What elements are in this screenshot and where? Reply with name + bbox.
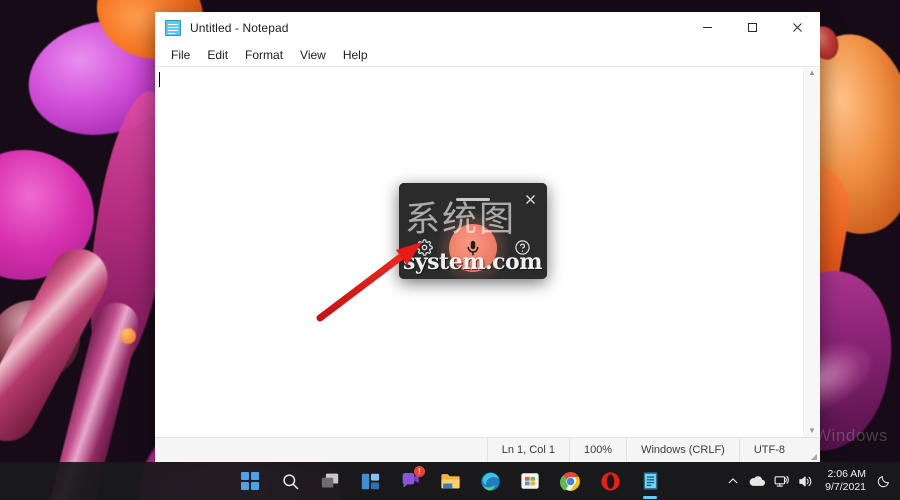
task-view-button[interactable]	[314, 465, 346, 497]
search-icon	[281, 472, 300, 491]
folder-icon	[440, 472, 461, 491]
file-explorer-button[interactable]	[434, 465, 466, 497]
clock-date: 9/7/2021	[825, 481, 866, 494]
notepad-menubar: File Edit Format View Help	[155, 43, 820, 66]
chrome-button[interactable]	[554, 465, 586, 497]
status-line-ending: Windows (CRLF)	[626, 438, 739, 462]
taskbar-items: !	[234, 462, 666, 500]
chrome-icon	[560, 471, 581, 492]
scroll-down-arrow[interactable]: ▼	[808, 427, 816, 435]
drag-handle[interactable]	[456, 198, 490, 201]
chat-button[interactable]: !	[394, 465, 426, 497]
help-icon[interactable]	[511, 237, 533, 259]
text-caret	[159, 72, 160, 87]
minimize-button[interactable]	[685, 12, 730, 43]
gear-icon[interactable]	[413, 237, 435, 259]
menu-file[interactable]: File	[163, 46, 198, 64]
widgets-button[interactable]	[354, 465, 386, 497]
status-position: Ln 1, Col 1	[487, 438, 569, 462]
maximize-button[interactable]	[730, 12, 775, 43]
window-title: Untitled - Notepad	[190, 21, 289, 35]
notepad-statusbar: Ln 1, Col 1 100% Windows (CRLF) UTF-8 ◢	[155, 437, 820, 462]
notepad-icon	[641, 471, 660, 491]
speaker-icon[interactable]	[793, 466, 817, 496]
window-controls	[685, 12, 820, 43]
taskbar-clock[interactable]: 2:06 AM 9/7/2021	[817, 468, 874, 494]
search-button[interactable]	[274, 465, 306, 497]
notepad-titlebar[interactable]: Untitled - Notepad	[155, 12, 820, 43]
system-tray: 2:06 AM 9/7/2021	[721, 462, 900, 500]
wallpaper-blob	[120, 328, 136, 344]
status-zoom[interactable]: 100%	[569, 438, 626, 462]
store-icon	[520, 471, 540, 491]
notepad-taskbar-button[interactable]	[634, 465, 666, 497]
clock-time: 2:06 AM	[827, 468, 866, 481]
close-icon[interactable]	[519, 189, 541, 210]
task-view-icon	[320, 472, 340, 490]
microphone-button[interactable]	[449, 224, 497, 272]
edge-icon	[480, 471, 501, 492]
vertical-scrollbar[interactable]: ▲ ▼	[803, 67, 820, 437]
chevron-up-icon[interactable]	[721, 466, 745, 496]
network-icon[interactable]	[769, 466, 793, 496]
cloud-shape	[748, 474, 766, 488]
windows-logo-icon	[241, 472, 259, 490]
scroll-up-arrow[interactable]: ▲	[808, 69, 816, 77]
menu-help[interactable]: Help	[335, 46, 376, 64]
widgets-icon	[361, 472, 380, 491]
resize-grip[interactable]: ◢	[799, 437, 820, 464]
moon-icon[interactable]	[874, 466, 894, 496]
notepad-icon	[165, 20, 181, 36]
onedrive-icon[interactable]	[745, 466, 769, 496]
chat-badge: !	[414, 466, 425, 477]
opera-button[interactable]	[594, 465, 626, 497]
start-button[interactable]	[234, 465, 266, 497]
close-button[interactable]	[775, 12, 820, 43]
voice-typing-panel[interactable]	[399, 183, 547, 279]
menu-edit[interactable]: Edit	[199, 46, 236, 64]
status-encoding: UTF-8	[739, 438, 799, 462]
menu-format[interactable]: Format	[237, 46, 291, 64]
store-button[interactable]	[514, 465, 546, 497]
edge-button[interactable]	[474, 465, 506, 497]
opera-icon	[600, 471, 621, 492]
screen: Windows Untitled - Notepad	[0, 0, 900, 500]
voice-panel-controls	[399, 216, 547, 279]
taskbar: !	[0, 462, 900, 500]
menu-view[interactable]: View	[292, 46, 334, 64]
